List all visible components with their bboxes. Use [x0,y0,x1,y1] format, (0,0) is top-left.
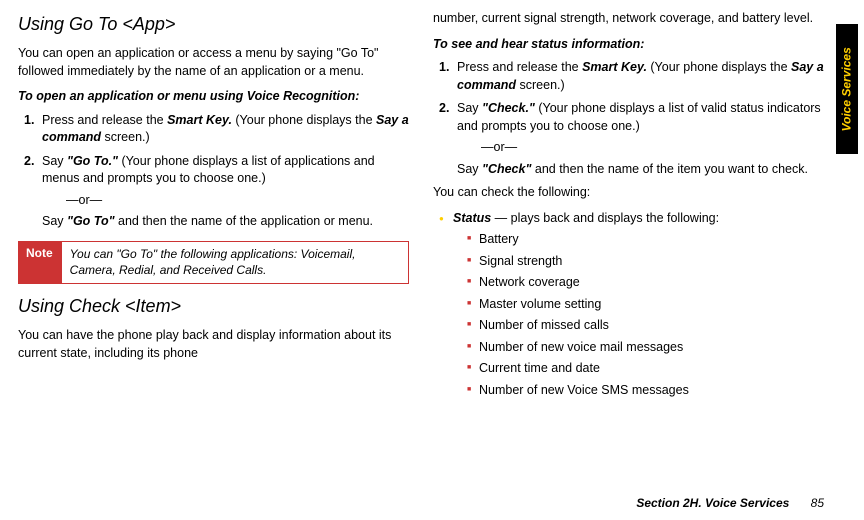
step-text: and then the name of the item you want t… [531,162,808,176]
status-label: Status [453,211,491,225]
status-text: — plays back and displays the following: [491,211,719,225]
step-text: and then the name of the application or … [115,214,374,228]
step-text: screen.) [101,130,150,144]
heading-goto: Using Go To <App> [18,12,409,37]
status-bullet: Status — plays back and displays the fol… [433,210,824,400]
list-item: Master volume setting [467,296,824,314]
status-item: Status — plays back and displays the fol… [439,210,824,400]
step-number: 1. [439,59,449,77]
check-step-2: 2. Say "Check." (Your phone displays a l… [439,100,824,178]
list-item: Number of new Voice SMS messages [467,382,824,400]
list-item: Signal strength [467,253,824,271]
side-tab-label: Voice Services [839,47,856,131]
or-separator: —or— [66,192,409,210]
goto-step-1: 1. Press and release the Smart Key. (You… [24,112,409,147]
goto-steps: 1. Press and release the Smart Key. (You… [18,112,409,231]
list-item: Network coverage [467,274,824,292]
goto-label: "Go To" [67,214,115,228]
page-content: Using Go To <App> You can open an applic… [0,0,864,480]
check-intro: You can have the phone play back and dis… [18,327,409,362]
footer-section: Section 2H. Voice Services [636,496,789,510]
goto-intro: You can open an application or access a … [18,45,409,80]
note-label: Note [18,241,61,285]
step-text: Say [42,154,67,168]
side-tab: Voice Services [836,24,858,154]
note-box: Note You can "Go To" the following appli… [18,241,409,285]
step-text: screen.) [516,78,565,92]
list-item: Number of new voice mail messages [467,339,824,357]
goto-label: "Go To." [67,154,118,168]
check-label: "Check." [482,101,535,115]
list-item: Current time and date [467,360,824,378]
status-sublist: Battery Signal strength Network coverage… [453,231,824,399]
step-number: 2. [24,153,34,171]
footer-page: 85 [811,496,824,510]
check-label: "Check" [482,162,531,176]
step-text: Say [457,162,482,176]
list-item: Number of missed calls [467,317,824,335]
check-list-intro: You can check the following: [433,184,824,202]
step-text: Say [457,101,482,115]
step-text: Press and release the [457,60,582,74]
step-text: Press and release the [42,113,167,127]
step-text: (Your phone displays the [647,60,791,74]
check-subheading: To see and hear status information: [433,36,824,54]
step-alt: Say "Check" and then the name of the ite… [457,161,824,179]
heading-check: Using Check <Item> [18,294,409,319]
step-text: Say [42,214,67,228]
step-number: 2. [439,100,449,118]
page-footer: Section 2H. Voice Services 85 [636,495,824,512]
right-column: number, current signal strength, network… [433,10,824,470]
note-body: You can "Go To" the following applicatio… [61,241,409,285]
smart-key-label: Smart Key. [582,60,647,74]
check-steps: 1. Press and release the Smart Key. (You… [433,59,824,178]
check-step-1: 1. Press and release the Smart Key. (You… [439,59,824,94]
or-separator: —or— [481,139,824,157]
check-intro-cont: number, current signal strength, network… [433,10,824,28]
smart-key-label: Smart Key. [167,113,232,127]
step-text: (Your phone displays the [232,113,376,127]
left-column: Using Go To <App> You can open an applic… [18,10,409,470]
step-alt: Say "Go To" and then the name of the app… [42,213,409,231]
step-number: 1. [24,112,34,130]
goto-subheading: To open an application or menu using Voi… [18,88,409,106]
goto-step-2: 2. Say "Go To." (Your phone displays a l… [24,153,409,231]
list-item: Battery [467,231,824,249]
